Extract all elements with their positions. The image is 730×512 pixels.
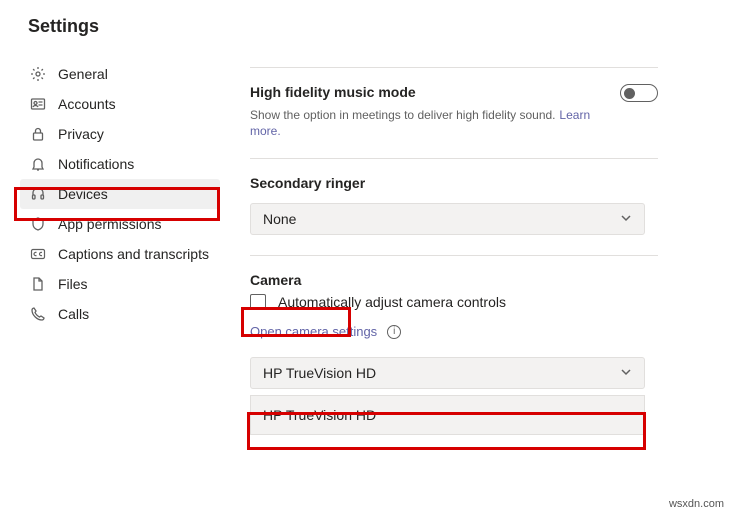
camera-option[interactable]: HP TrueVision HD [251,396,644,434]
divider [250,67,658,68]
gear-icon [30,66,46,82]
sidebar-item-files[interactable]: Files [20,269,220,299]
sidebar-item-label: Notifications [58,156,134,172]
chevron-down-icon [620,211,632,227]
music-mode-toggle[interactable] [620,84,658,102]
select-value: None [263,211,296,227]
sidebar-item-general[interactable]: General [20,59,220,89]
id-card-icon [30,96,46,112]
sidebar-item-calls[interactable]: Calls [20,299,220,329]
music-mode-desc: Show the option in meetings to deliver h… [250,108,556,122]
sidebar-item-label: Accounts [58,96,116,112]
bell-icon [30,156,46,172]
sidebar-item-label: General [58,66,108,82]
secondary-ringer-title: Secondary ringer [250,175,658,191]
auto-adjust-checkbox[interactable] [250,294,266,310]
chevron-down-icon [620,365,632,381]
sidebar-item-label: App permissions [58,216,162,232]
camera-dropdown-list: HP TrueVision HD [250,395,645,435]
watermark: wsxdn.com [669,498,724,510]
auto-adjust-label: Automatically adjust camera controls [278,294,506,310]
sidebar-item-notifications[interactable]: Notifications [20,149,220,179]
sidebar-item-accounts[interactable]: Accounts [20,89,220,119]
info-icon[interactable]: i [387,325,401,339]
sidebar-item-label: Devices [58,186,108,202]
sidebar-item-label: Files [58,276,88,292]
open-camera-settings-link[interactable]: Open camera settings [250,324,377,339]
page-title: Settings [0,0,730,37]
camera-select[interactable]: HP TrueVision HD [250,357,645,389]
sidebar-item-label: Privacy [58,126,104,142]
cc-icon [30,246,46,262]
file-icon [30,276,46,292]
settings-content: High fidelity music mode Show the option… [220,59,730,435]
divider [250,158,658,159]
select-value: HP TrueVision HD [263,365,376,381]
divider [250,255,658,256]
headset-icon [30,186,46,202]
shield-icon [30,216,46,232]
sidebar-item-label: Calls [58,306,89,322]
settings-sidebar: General Accounts Privacy Notifications D [0,59,220,435]
sidebar-item-privacy[interactable]: Privacy [20,119,220,149]
phone-icon [30,306,46,322]
sidebar-item-app-permissions[interactable]: App permissions [20,209,220,239]
secondary-ringer-select[interactable]: None [250,203,645,235]
camera-title: Camera [250,272,658,288]
music-mode-title: High fidelity music mode [250,84,620,100]
sidebar-item-captions[interactable]: Captions and transcripts [20,239,220,269]
sidebar-item-label: Captions and transcripts [58,246,209,262]
lock-icon [30,126,46,142]
sidebar-item-devices[interactable]: Devices [20,179,220,209]
